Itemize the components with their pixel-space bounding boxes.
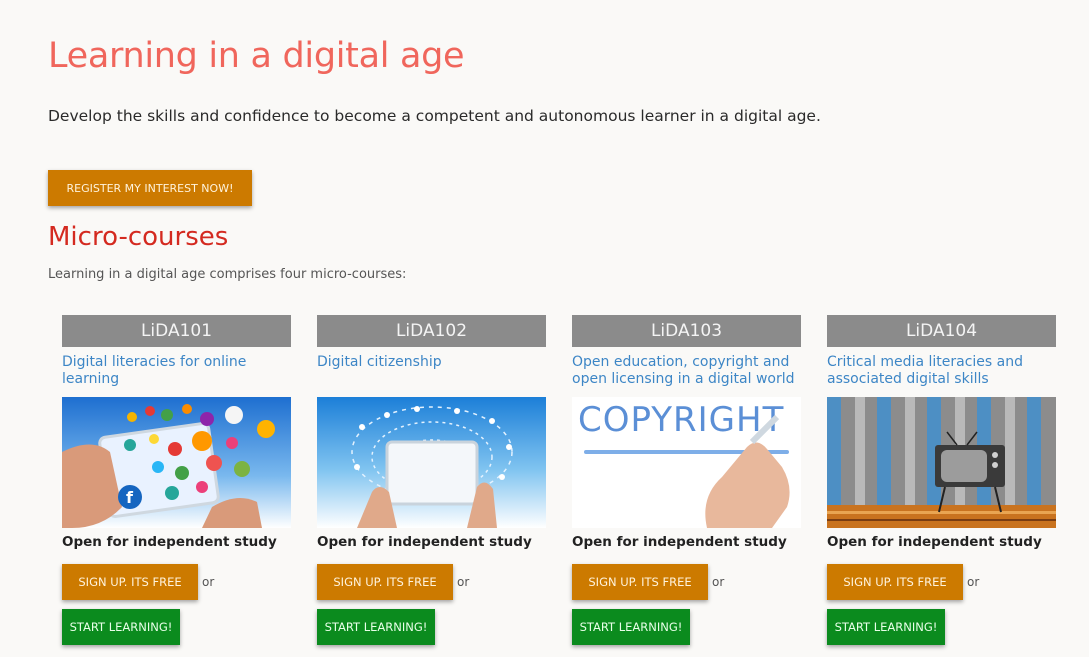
signup-button[interactable]: SIGN UP. ITS FREE [62, 564, 198, 600]
register-interest-button[interactable]: REGISTER MY INTEREST NOW! [48, 170, 252, 206]
course-card-lida103: LiDA103 Open education, copyright and op… [572, 315, 801, 655]
or-text: or [202, 575, 215, 589]
course-code: LiDA101 [62, 315, 291, 347]
section-intro: Learning in a digital age comprises four… [48, 267, 407, 282]
start-learning-button[interactable]: START LEARNING! [827, 609, 945, 645]
course-title-link[interactable]: Digital literacies for online learning [62, 354, 291, 389]
course-code: LiDA103 [572, 315, 801, 347]
start-learning-button[interactable]: START LEARNING! [62, 609, 180, 645]
course-title-link[interactable]: Open education, copyright and open licen… [572, 354, 801, 389]
or-text: or [967, 575, 980, 589]
or-text: or [712, 575, 725, 589]
course-code: LiDA102 [317, 315, 546, 347]
course-card-lida102: LiDA102 Digital citizenship Open for ind… [317, 315, 546, 655]
signup-button[interactable]: SIGN UP. ITS FREE [572, 564, 708, 600]
copyright-image-text: COPYRIGHT [578, 400, 784, 440]
course-status: Open for independent study [62, 534, 277, 550]
course-card-lida104: LiDA104 Critical media literacies and as… [827, 315, 1056, 655]
course-code: LiDA104 [827, 315, 1056, 347]
course-status: Open for independent study [317, 534, 532, 550]
course-status: Open for independent study [827, 534, 1042, 550]
svg-text:f: f [126, 488, 134, 507]
course-card-lida101: LiDA101 Digital literacies for online le… [62, 315, 291, 655]
course-image-copyright[interactable]: COPYRIGHT [572, 397, 801, 528]
signup-button[interactable]: SIGN UP. ITS FREE [827, 564, 963, 600]
start-learning-button[interactable]: START LEARNING! [572, 609, 690, 645]
start-learning-button[interactable]: START LEARNING! [317, 609, 435, 645]
signup-button[interactable]: SIGN UP. ITS FREE [317, 564, 453, 600]
course-title-link[interactable]: Critical media literacies and associated… [827, 354, 1056, 389]
page-title: Learning in a digital age [48, 36, 465, 76]
course-image-retro-tv[interactable] [827, 397, 1056, 528]
course-status: Open for independent study [572, 534, 787, 550]
course-title-link[interactable]: Digital citizenship [317, 354, 546, 389]
course-image-network-tablet[interactable] [317, 397, 546, 528]
or-text: or [457, 575, 470, 589]
section-title: Micro-courses [48, 222, 229, 252]
page-subtitle: Develop the skills and confidence to bec… [48, 107, 821, 125]
course-image-social-media-icons[interactable]: f [62, 397, 291, 528]
